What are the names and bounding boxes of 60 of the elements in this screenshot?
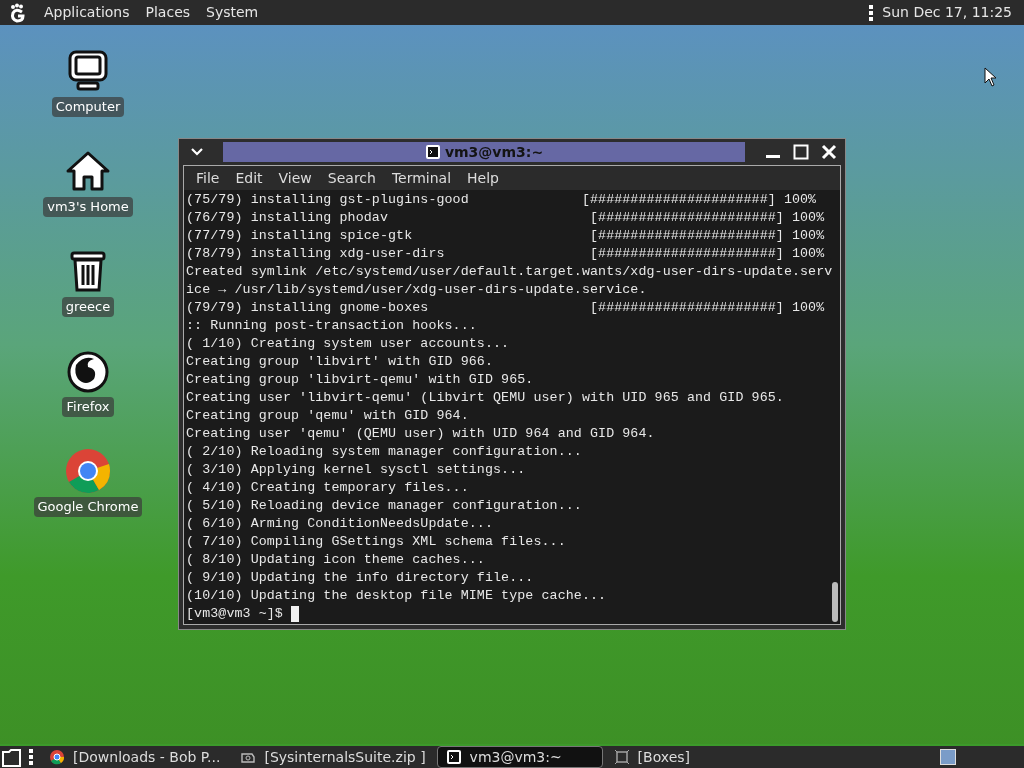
terminal-line: ice → /usr/lib/systemd/user/xdg-user-dirs-update.service. — [186, 281, 647, 299]
terminal-icon — [424, 144, 441, 160]
window-title: vm3@vm3:~ — [444, 142, 544, 162]
clock[interactable]: Sun Dec 17, 11:25 — [882, 2, 1016, 23]
terminal-line: ( 1/10) Creating system user accounts... — [186, 335, 510, 353]
taskbar-button[interactable]: [SysinternalsSuite.zip ] — [231, 746, 435, 768]
terminal-line: :: Running post-transaction hooks... — [186, 317, 477, 335]
menu-item[interactable]: Terminal — [383, 167, 460, 189]
terminal-line: ( 4/10) Creating temporary files... — [186, 479, 469, 497]
desktop-icon-label[interactable]: Google Chrome — [33, 497, 143, 517]
terminal-line: ( 5/10) Reloading device manager configuration... — [186, 497, 582, 515]
terminal-line: (76/79) installing phodav [######################] 100% — [186, 209, 825, 227]
title-bar[interactable]: vm3@vm3:~ — [223, 142, 745, 162]
desktop-icon-label[interactable]: Firefox — [62, 397, 114, 417]
menu-item[interactable]: Search — [319, 167, 384, 189]
mouse-pointer-icon — [984, 67, 998, 87]
terminal-line: Creating user 'libvirt-qemu' (Libvirt QEMU user) with UID 965 and GID 965. — [186, 389, 784, 407]
taskbar-button[interactable]: vm3@vm3:~ — [436, 746, 603, 768]
menu-item[interactable]: Edit — [227, 167, 271, 189]
terminal-line: Creating group 'libvirt' with GID 966. — [186, 353, 494, 371]
terminal-line: ( 6/10) Arming ConditionNeedsUpdate... — [186, 515, 494, 533]
chrome-icon — [64, 447, 112, 495]
taskbar-button[interactable]: [Boxes] — [604, 746, 700, 768]
desktop-icon-label[interactable]: Computer — [51, 97, 125, 117]
panel-menu[interactable]: System — [198, 2, 267, 23]
menu-item[interactable]: File — [188, 167, 228, 189]
terminal-line: ( 7/10) Compiling GSettings XML schema files... — [186, 533, 566, 551]
terminal-line: ( 9/10) Updating the info directory file... — [186, 569, 534, 587]
terminal-line: (79/79) installing gnome-boxes [######################] 100% — [186, 299, 825, 317]
boxes-icon — [613, 749, 630, 765]
foot-icon — [8, 2, 28, 23]
folder-icon[interactable] — [2, 747, 22, 767]
menu-item[interactable]: Help — [459, 167, 507, 189]
terminal-line: (77/79) installing spice-gtk [######################] 100% — [186, 227, 825, 245]
workspace-switcher[interactable] — [940, 749, 956, 765]
terminal-line: (10/10) Updating the desktop file MIME type cache... — [186, 587, 607, 605]
terminal-line: (78/79) installing xdg-user-dirs [######################] 100% — [186, 245, 825, 263]
terminal-line: (75/79) installing gst-plugins-good [######################] 100% — [186, 191, 817, 209]
menu-item[interactable]: View — [270, 167, 320, 189]
terminal-line: Creating group 'libvirt-qemu' with GID 965. — [186, 371, 534, 389]
panel-menu[interactable]: Applications — [36, 2, 138, 23]
terminal-line: ( 3/10) Applying kernel sysctl settings... — [186, 461, 526, 479]
close-icon[interactable] — [821, 144, 837, 160]
terminal-line: ( 8/10) Updating icon theme caches... — [186, 551, 485, 569]
terminal-icon — [445, 749, 462, 765]
shell-prompt: [vm3@vm3 ~]$ — [186, 605, 283, 623]
taskbar-button[interactable]: [Downloads - Bob P... — [40, 746, 230, 768]
terminal-line: ( 2/10) Reloading system manager configuration... — [186, 443, 582, 461]
desktop-icon-label[interactable]: greece — [61, 297, 115, 317]
scrollbar-thumb[interactable] — [832, 582, 839, 622]
terminal-line: Created symlink /etc/systemd/user/default.target.wants/xdg-user-dirs-update.serv — [186, 263, 833, 281]
vertical-dots-icon[interactable] — [28, 749, 34, 765]
maximize-icon[interactable] — [793, 144, 809, 160]
desktop-icon-label[interactable]: vm3's Home — [43, 197, 133, 217]
terminal-line: Creating group 'qemu' with GID 964. — [186, 407, 469, 425]
chrome-icon — [49, 749, 65, 765]
text-cursor — [290, 606, 299, 622]
panel-menu[interactable]: Places — [137, 2, 199, 23]
terminal-line: Creating user 'qemu' (QEMU user) with UID 964 and GID 964. — [186, 425, 655, 443]
vertical-dots-icon[interactable] — [868, 4, 875, 21]
